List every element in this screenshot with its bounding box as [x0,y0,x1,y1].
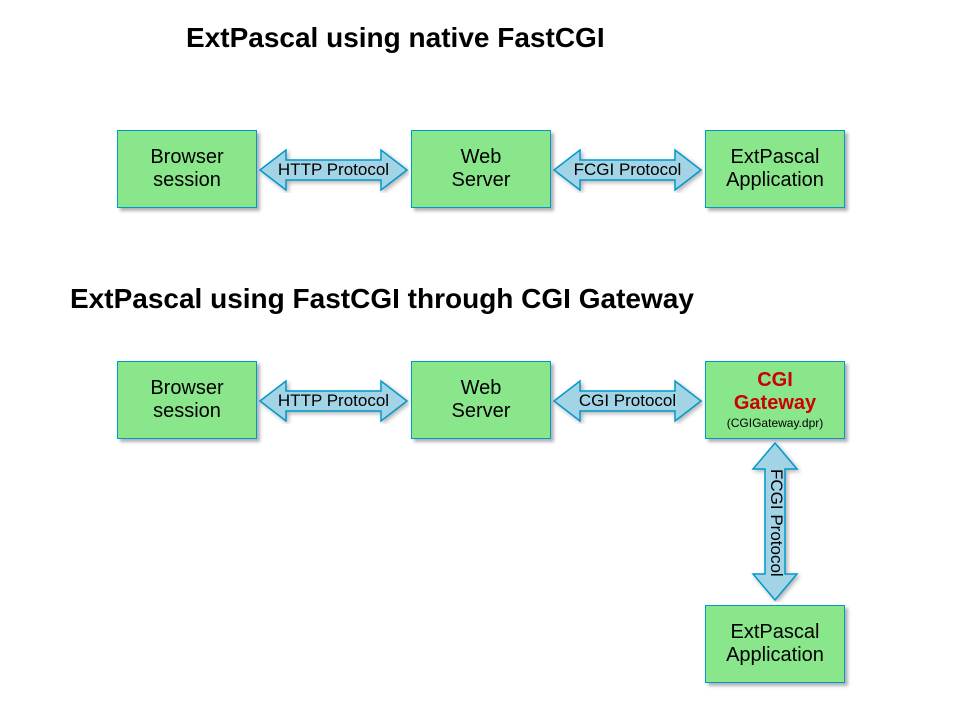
arrow-http-2 [258,378,409,424]
arrow-cgi-2 [552,378,703,424]
d2box3-sub: (CGIGateway.dpr) [727,417,823,431]
diagram2-title: ExtPascal using FastCGI through CGI Gate… [70,283,694,315]
box1-line2: session [153,169,221,192]
box3-line1: ExtPascal [731,146,820,169]
arrow-fcgi-vertical [747,441,803,602]
box1-line1: Browser [150,146,223,169]
box-browser-session-2: Browser session [117,361,257,439]
arrow-http-1 [258,147,409,193]
box-extpascal-app-1: ExtPascal Application [705,130,845,208]
box2-line2: Server [452,169,511,192]
box-extpascal-app-2: ExtPascal Application [705,605,845,683]
d2box4-line2: Application [726,644,824,667]
box-browser-session-1: Browser session [117,130,257,208]
d2box3-line1: CGI [757,369,793,392]
d2box3-line2: Gateway [734,392,816,415]
box2-line1: Web [461,146,502,169]
d2box1-line1: Browser [150,377,223,400]
box-web-server-2: Web Server [411,361,551,439]
arrow-fcgi-1 [552,147,703,193]
box-web-server-1: Web Server [411,130,551,208]
d2box2-line2: Server [452,400,511,423]
diagram1-title: ExtPascal using native FastCGI [186,22,605,54]
box-cgi-gateway: CGI Gateway (CGIGateway.dpr) [705,361,845,439]
d2box1-line2: session [153,400,221,423]
d2box2-line1: Web [461,377,502,400]
d2box4-line1: ExtPascal [731,621,820,644]
box3-line2: Application [726,169,824,192]
